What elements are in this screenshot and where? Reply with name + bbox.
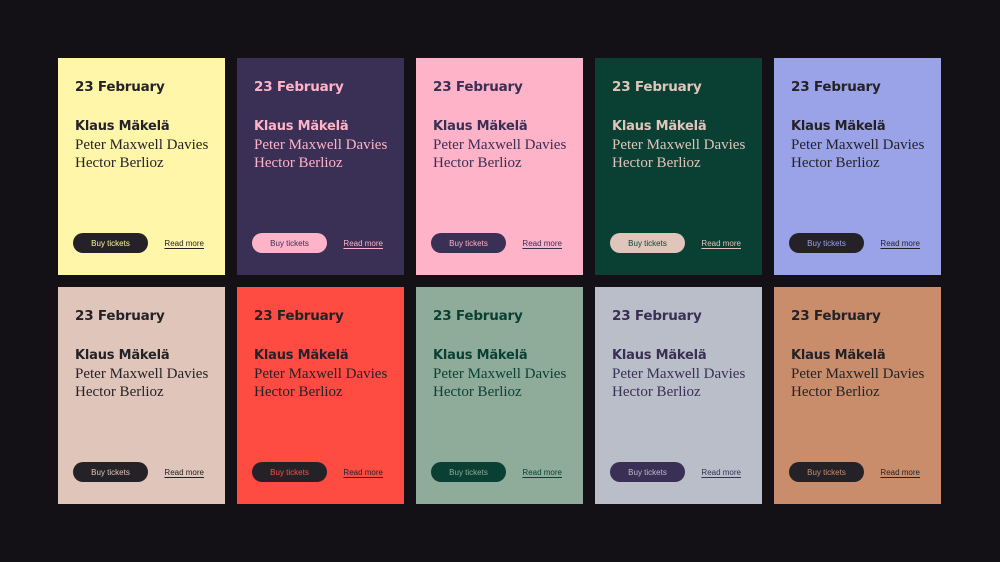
read-more-link[interactable]: Read more: [343, 468, 383, 477]
event-date: 23 February: [254, 79, 344, 95]
read-more-link[interactable]: Read more: [164, 468, 204, 477]
conductor-name: Klaus Mäkelä: [612, 119, 707, 134]
read-more-link[interactable]: Read more: [522, 468, 562, 477]
card-actions: Buy tickets Read more: [610, 233, 741, 253]
event-card-grid: 23 February Klaus Mäkelä Peter Maxwell D…: [58, 58, 941, 504]
composer-name: Peter Maxwell Davies: [75, 366, 209, 382]
composer-name: Peter Maxwell Davies: [612, 366, 746, 382]
event-date: 23 February: [75, 79, 165, 95]
conductor-name: Klaus Mäkelä: [612, 348, 707, 363]
composer-name: Peter Maxwell Davies: [791, 366, 925, 382]
event-date: 23 February: [433, 79, 523, 95]
event-card: 23 February Klaus Mäkelä Peter Maxwell D…: [774, 287, 941, 504]
event-date: 23 February: [791, 79, 881, 95]
event-card: 23 February Klaus Mäkelä Peter Maxwell D…: [595, 287, 762, 504]
card-actions: Buy tickets Read more: [789, 233, 920, 253]
composer-name: Hector Berlioz: [791, 384, 880, 400]
performer-list: Klaus Mäkelä Peter Maxwell Davies Hector…: [612, 347, 745, 401]
performer-list: Klaus Mäkelä Peter Maxwell Davies Hector…: [75, 118, 208, 172]
composer-name: Peter Maxwell Davies: [612, 137, 746, 153]
card-actions: Buy tickets Read more: [431, 233, 562, 253]
read-more-link[interactable]: Read more: [522, 239, 562, 248]
conductor-name: Klaus Mäkelä: [254, 119, 349, 134]
event-date: 23 February: [612, 308, 702, 324]
card-actions: Buy tickets Read more: [252, 233, 383, 253]
composer-name: Hector Berlioz: [254, 384, 343, 400]
buy-tickets-button[interactable]: Buy tickets: [431, 462, 506, 482]
card-actions: Buy tickets Read more: [73, 462, 204, 482]
performer-list: Klaus Mäkelä Peter Maxwell Davies Hector…: [254, 347, 387, 401]
performer-list: Klaus Mäkelä Peter Maxwell Davies Hector…: [791, 118, 924, 172]
performer-list: Klaus Mäkelä Peter Maxwell Davies Hector…: [433, 347, 566, 401]
conductor-name: Klaus Mäkelä: [75, 119, 170, 134]
composer-name: Hector Berlioz: [433, 155, 522, 171]
card-actions: Buy tickets Read more: [610, 462, 741, 482]
event-date: 23 February: [254, 308, 344, 324]
composer-name: Peter Maxwell Davies: [254, 137, 388, 153]
card-actions: Buy tickets Read more: [252, 462, 383, 482]
event-card: 23 February Klaus Mäkelä Peter Maxwell D…: [237, 58, 404, 275]
composer-name: Peter Maxwell Davies: [75, 137, 209, 153]
conductor-name: Klaus Mäkelä: [433, 119, 528, 134]
conductor-name: Klaus Mäkelä: [791, 348, 886, 363]
read-more-link[interactable]: Read more: [164, 239, 204, 248]
buy-tickets-button[interactable]: Buy tickets: [431, 233, 506, 253]
event-card: 23 February Klaus Mäkelä Peter Maxwell D…: [58, 58, 225, 275]
composer-name: Hector Berlioz: [433, 384, 522, 400]
event-date: 23 February: [75, 308, 165, 324]
read-more-link[interactable]: Read more: [880, 468, 920, 477]
composer-name: Hector Berlioz: [791, 155, 880, 171]
composer-name: Hector Berlioz: [254, 155, 343, 171]
buy-tickets-button[interactable]: Buy tickets: [73, 462, 148, 482]
event-card: 23 February Klaus Mäkelä Peter Maxwell D…: [237, 287, 404, 504]
composer-name: Peter Maxwell Davies: [433, 137, 567, 153]
buy-tickets-button[interactable]: Buy tickets: [610, 462, 685, 482]
event-date: 23 February: [791, 308, 881, 324]
read-more-link[interactable]: Read more: [343, 239, 383, 248]
event-card: 23 February Klaus Mäkelä Peter Maxwell D…: [58, 287, 225, 504]
buy-tickets-button[interactable]: Buy tickets: [252, 462, 327, 482]
read-more-link[interactable]: Read more: [701, 468, 741, 477]
event-date: 23 February: [612, 79, 702, 95]
card-actions: Buy tickets Read more: [431, 462, 562, 482]
buy-tickets-button[interactable]: Buy tickets: [789, 462, 864, 482]
event-card: 23 February Klaus Mäkelä Peter Maxwell D…: [774, 58, 941, 275]
card-actions: Buy tickets Read more: [73, 233, 204, 253]
conductor-name: Klaus Mäkelä: [791, 119, 886, 134]
composer-name: Hector Berlioz: [75, 384, 164, 400]
read-more-link[interactable]: Read more: [880, 239, 920, 248]
event-date: 23 February: [433, 308, 523, 324]
conductor-name: Klaus Mäkelä: [254, 348, 349, 363]
performer-list: Klaus Mäkelä Peter Maxwell Davies Hector…: [433, 118, 566, 172]
composer-name: Peter Maxwell Davies: [254, 366, 388, 382]
composer-name: Hector Berlioz: [612, 155, 701, 171]
composer-name: Peter Maxwell Davies: [433, 366, 567, 382]
conductor-name: Klaus Mäkelä: [433, 348, 528, 363]
composer-name: Hector Berlioz: [612, 384, 701, 400]
buy-tickets-button[interactable]: Buy tickets: [252, 233, 327, 253]
buy-tickets-button[interactable]: Buy tickets: [73, 233, 148, 253]
conductor-name: Klaus Mäkelä: [75, 348, 170, 363]
performer-list: Klaus Mäkelä Peter Maxwell Davies Hector…: [254, 118, 387, 172]
buy-tickets-button[interactable]: Buy tickets: [789, 233, 864, 253]
composer-name: Hector Berlioz: [75, 155, 164, 171]
read-more-link[interactable]: Read more: [701, 239, 741, 248]
performer-list: Klaus Mäkelä Peter Maxwell Davies Hector…: [612, 118, 745, 172]
buy-tickets-button[interactable]: Buy tickets: [610, 233, 685, 253]
performer-list: Klaus Mäkelä Peter Maxwell Davies Hector…: [791, 347, 924, 401]
performer-list: Klaus Mäkelä Peter Maxwell Davies Hector…: [75, 347, 208, 401]
event-card: 23 February Klaus Mäkelä Peter Maxwell D…: [416, 58, 583, 275]
event-card: 23 February Klaus Mäkelä Peter Maxwell D…: [595, 58, 762, 275]
composer-name: Peter Maxwell Davies: [791, 137, 925, 153]
event-card: 23 February Klaus Mäkelä Peter Maxwell D…: [416, 287, 583, 504]
card-actions: Buy tickets Read more: [789, 462, 920, 482]
